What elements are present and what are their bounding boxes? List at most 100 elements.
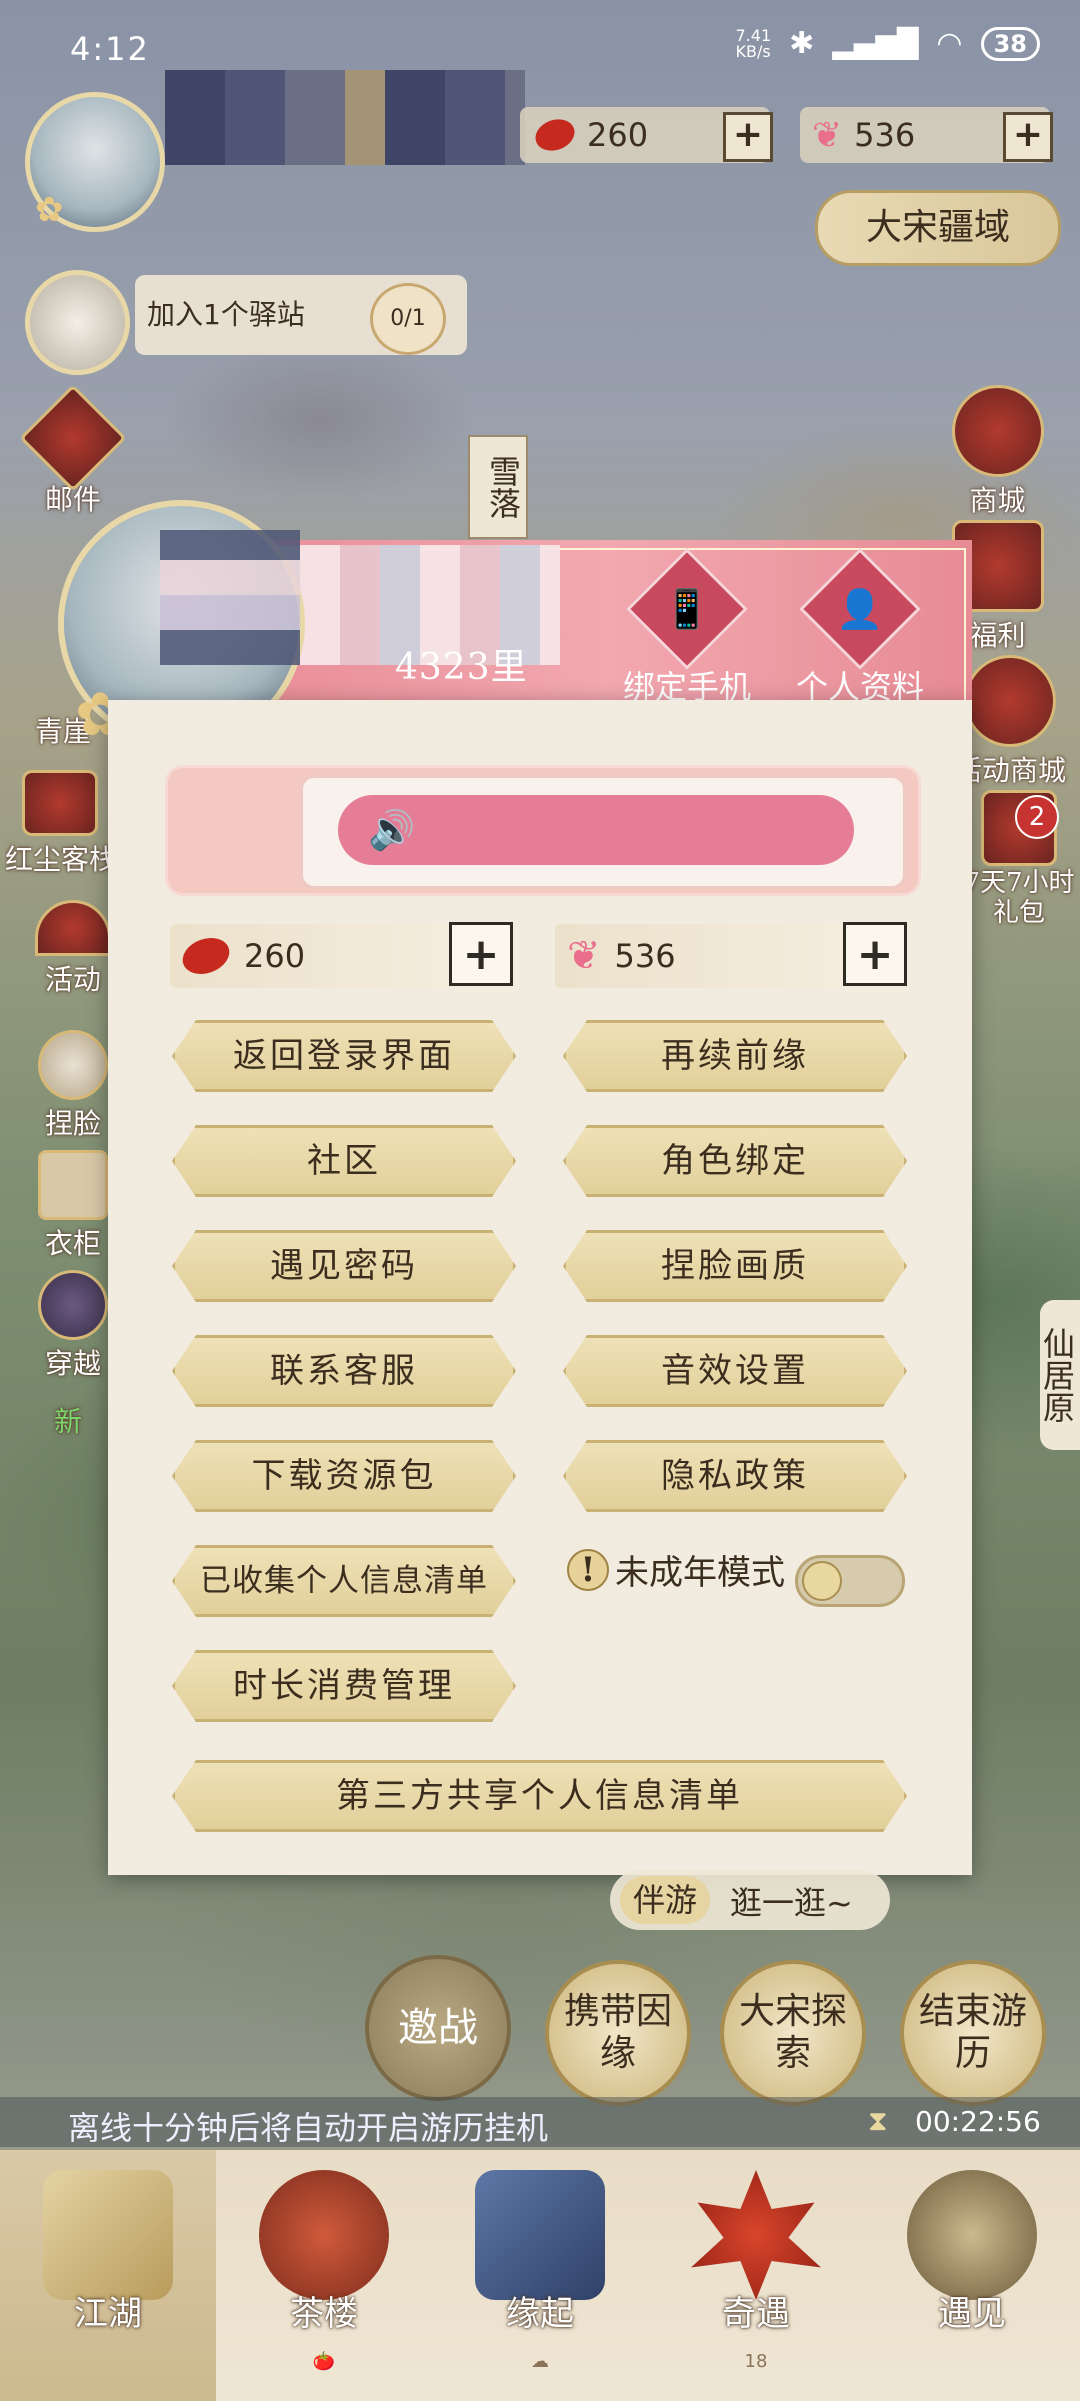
companion-label: 伴游	[620, 1876, 710, 1924]
nav-yuanqi[interactable]: 缘起 ☁	[432, 2150, 648, 2401]
map-icon	[43, 2170, 173, 2300]
player-name-blurred	[165, 70, 525, 165]
wifi-icon: ◠	[936, 26, 963, 61]
nav-yujian-label: 遇见	[938, 2294, 1006, 2334]
face-quality-button[interactable]: 捏脸画质	[563, 1230, 907, 1302]
nav-yujian[interactable]: 遇见	[864, 2150, 1080, 2401]
minor-mode-label: 未成年模式	[615, 1553, 785, 1593]
shop-button[interactable]: 商城	[945, 385, 1050, 519]
minor-mode-row: ! 未成年模式	[567, 1545, 785, 1594]
book-icon	[475, 2170, 605, 2300]
companion-text: 逛一逛~	[730, 1884, 853, 1922]
region-button[interactable]: 大宋疆域	[815, 190, 1061, 266]
wardrobe-label: 衣柜	[44, 1227, 101, 1260]
status-icons: 7.41 KB/s ✱ ▂▄▆█ ◠ 38	[735, 25, 1040, 61]
event-shop-icon	[964, 655, 1056, 747]
panel-butterfly-count: 536	[614, 937, 676, 975]
status-bar: 4:12 7.41 KB/s ✱ ▂▄▆█ ◠ 38	[0, 0, 1080, 100]
mirror-icon	[38, 1030, 108, 1100]
mission-progress: 0/1	[370, 283, 446, 355]
travel-button[interactable]: 穿越	[25, 1270, 121, 1382]
mail-button[interactable]: 邮件	[19, 384, 127, 518]
volume-slider[interactable]	[338, 795, 854, 865]
warning-icon[interactable]: !	[567, 1548, 609, 1591]
mission-avatar[interactable]	[25, 270, 130, 375]
hourglass-icon: ⧗	[868, 2104, 888, 2137]
net-speed: 7.41 KB/s	[735, 25, 772, 61]
maple-leaf-icon	[691, 2170, 821, 2300]
nav-yuanqi-label: 缘起	[506, 2294, 574, 2334]
wardrobe-icon	[38, 1150, 108, 1220]
nav-chalou[interactable]: 茶楼 🍅	[216, 2150, 432, 2401]
xianju-sign[interactable]: 仙居原	[1038, 1300, 1080, 1450]
hongchen-label: 红尘客栈	[5, 843, 110, 876]
add-bean-button[interactable]: +	[723, 112, 773, 162]
profile-button[interactable]: 👤 个人资料	[790, 548, 930, 708]
nav-chalou-sub: 🍅	[312, 2351, 336, 2372]
panel-butterfly-row: ❦ 536	[555, 924, 845, 988]
third-party-button[interactable]: 第三方共享个人信息清单	[172, 1760, 907, 1832]
continue-button[interactable]: 再续前缘	[563, 1020, 907, 1092]
nav-qiyu-sub: 18	[744, 2351, 768, 2372]
new-label: 新	[53, 1405, 82, 1438]
nav-yuanqi-sub: ☁	[531, 2351, 549, 2372]
shop-label: 商城	[969, 484, 1026, 517]
time-manage-button[interactable]: 时长消费管理	[172, 1650, 516, 1722]
activity-label: 活动	[44, 963, 101, 996]
explore-button[interactable]: 大宋探索	[720, 1960, 866, 2106]
hongchen-button[interactable]: 红尘客栈	[5, 770, 115, 878]
nav-jianghu[interactable]: 江湖	[0, 2150, 216, 2401]
add-butterfly-button[interactable]: +	[1003, 112, 1053, 162]
service-button[interactable]: 联系客服	[172, 1335, 516, 1407]
avatar-flower-icon: ✿	[35, 190, 64, 230]
battery-icon: 38	[980, 26, 1040, 61]
minor-mode-toggle-knob	[802, 1561, 842, 1601]
person-icon: 👤	[836, 587, 884, 631]
bluetooth-icon: ✱	[789, 26, 815, 61]
red-bean-icon	[531, 114, 579, 156]
map-sign[interactable]: 雪落	[468, 435, 528, 539]
collected-info-button[interactable]: 已收集个人信息清单	[172, 1545, 516, 1617]
travel-icon	[38, 1270, 108, 1340]
status-time: 4:12	[70, 30, 150, 68]
secret-code-button[interactable]: 遇见密码	[172, 1230, 516, 1302]
wardrobe-button[interactable]: 衣柜	[25, 1150, 121, 1262]
lantern-icon	[907, 2170, 1037, 2300]
gift-badge: 2	[1015, 795, 1059, 839]
back-login-button[interactable]: 返回登录界面	[172, 1020, 516, 1092]
carry-fate-button[interactable]: 携带因缘	[545, 1960, 691, 2106]
nav-qiyu[interactable]: 奇遇 18	[648, 2150, 864, 2401]
activity-button[interactable]: 活动	[25, 900, 121, 998]
panel-bean-row: 260	[170, 924, 450, 988]
person-icon-frame: 👤	[799, 548, 921, 670]
new-button[interactable]: 新	[20, 1400, 116, 1440]
phone-icon-frame: 📱	[626, 548, 748, 670]
panel-add-butterfly-button[interactable]: +	[843, 922, 907, 986]
end-travel-button[interactable]: 结束游历	[900, 1960, 1046, 2106]
distance-value: 4323里	[395, 647, 528, 688]
butterfly-icon: ❦	[812, 114, 843, 156]
shop-icon	[951, 385, 1044, 477]
panel-avatar-blur	[160, 530, 300, 665]
companion-bubble[interactable]: 伴游 逛一逛~	[610, 1870, 890, 1930]
bind-phone-button[interactable]: 📱 绑定手机	[617, 548, 757, 708]
privacy-button[interactable]: 隐私政策	[563, 1440, 907, 1512]
red-bean-icon	[177, 931, 235, 981]
community-button[interactable]: 社区	[172, 1125, 516, 1197]
pinch-button[interactable]: 捏脸	[25, 1030, 121, 1142]
role-bind-button[interactable]: 角色绑定	[563, 1125, 907, 1197]
butterfly-icon: ❦	[567, 933, 601, 979]
teapot-icon	[259, 2170, 389, 2300]
travel-label: 穿越	[44, 1347, 101, 1380]
panel-add-bean-button[interactable]: +	[449, 922, 513, 986]
sound-settings-button[interactable]: 音效设置	[563, 1335, 907, 1407]
challenge-button[interactable]: 邀战	[365, 1955, 511, 2101]
nav-chalou-label: 茶楼	[290, 2294, 358, 2334]
fan-icon	[35, 900, 111, 956]
panel-bean-count: 260	[244, 937, 306, 975]
signal-icon: ▂▄▆█	[832, 27, 919, 60]
ticker-text: 离线十分钟后将自动开启游历挂机	[68, 2109, 549, 2147]
gift-label: 7天7小时礼包	[963, 868, 1075, 928]
download-button[interactable]: 下载资源包	[172, 1440, 516, 1512]
inn-icon	[22, 770, 98, 836]
